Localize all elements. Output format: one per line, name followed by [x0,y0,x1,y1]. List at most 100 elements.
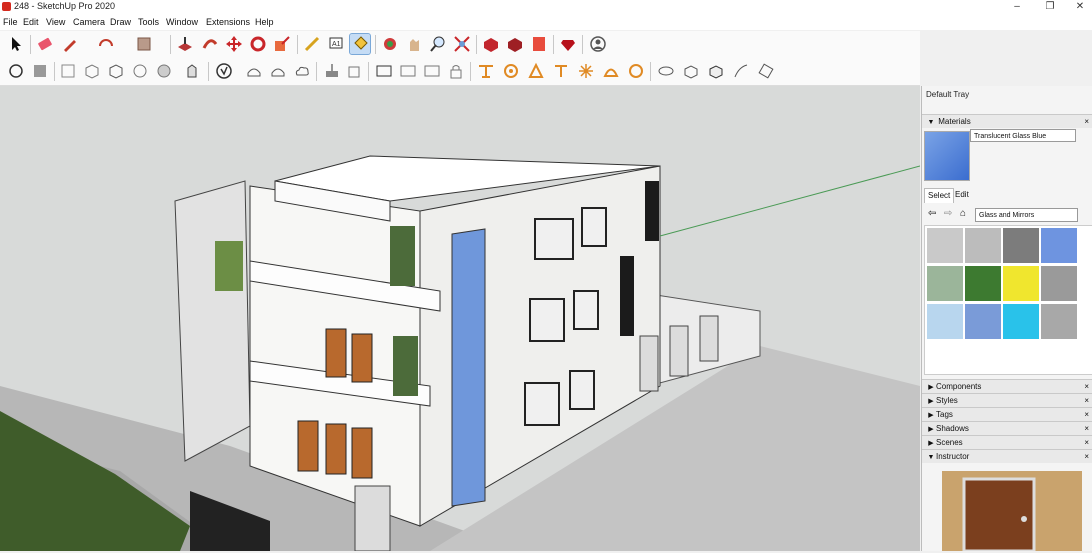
maximize-button[interactable]: ❐ [1035,0,1065,14]
material-swatch[interactable] [1041,266,1077,301]
material-swatch[interactable] [965,228,1001,263]
shadows-section-header[interactable]: ▶ Shadows × [922,421,1092,435]
material-swatch[interactable] [927,304,963,339]
protractor-icon[interactable] [501,61,521,81]
scale-tool-icon[interactable] [272,34,292,54]
intersect-icon[interactable] [601,61,621,81]
subtract-icon[interactable] [656,61,676,81]
union-icon[interactable] [626,61,646,81]
sandbox-icon[interactable] [244,61,264,81]
menu-window[interactable]: Window [166,17,198,27]
axes-tool-icon[interactable] [526,61,546,81]
material-swatch[interactable] [965,266,1001,301]
trim-icon[interactable] [681,61,701,81]
materials-section-header[interactable]: ▼ Materials × [922,114,1092,128]
ruby-icon[interactable] [558,34,578,54]
close-icon[interactable]: × [1084,380,1089,393]
close-icon[interactable]: × [1084,436,1089,449]
make-group-icon[interactable] [30,61,50,81]
close-icon[interactable]: × [1084,115,1089,128]
arc-tool-icon[interactable] [96,34,116,54]
solid-inspector-icon[interactable] [576,61,596,81]
section-plane-icon[interactable] [551,61,571,81]
section-cut-icon[interactable] [344,61,364,81]
push-pull-tool-icon[interactable] [175,34,195,54]
shaded-textures-icon[interactable] [182,61,202,81]
eraser-tool-icon[interactable] [35,34,55,54]
front-view-icon[interactable] [422,61,442,81]
material-name-field[interactable]: Translucent Glass Blue [970,129,1076,142]
instructor-section-header[interactable]: ▼ Instructor × [922,449,1092,463]
top-view-icon[interactable] [398,61,418,81]
3d-warehouse-icon[interactable] [481,34,501,54]
zoom-tool-icon[interactable] [428,34,448,54]
tape-measure-tool-icon[interactable] [302,34,322,54]
scenes-section-header[interactable]: ▶ Scenes × [922,435,1092,449]
iso-view-icon[interactable] [374,61,394,81]
styles-section-header[interactable]: ▶ Styles × [922,393,1092,407]
menu-view[interactable]: View [46,17,65,27]
menu-extensions[interactable]: Extensions [206,17,250,27]
minimize-button[interactable]: – [1002,0,1032,14]
split-icon[interactable] [706,61,726,81]
extension-warehouse-icon[interactable] [505,34,525,54]
forward-arrow-icon[interactable]: ⇨ [944,208,952,219]
material-swatch[interactable] [1003,304,1039,339]
account-icon[interactable] [588,34,608,54]
close-icon[interactable]: × [1084,394,1089,407]
dimension-tool-icon[interactable] [476,61,496,81]
make-component-icon[interactable] [6,61,26,81]
sandbox-scratch-icon[interactable] [268,61,288,81]
cloud-icon[interactable] [292,61,312,81]
material-swatch[interactable] [1041,228,1077,263]
default-tray: Default Tray ▼ Materials × Translucent G… [921,86,1092,553]
library-select[interactable]: Glass and Mirrors [975,208,1078,222]
menu-draw[interactable]: Draw [110,17,131,27]
material-swatch[interactable] [1003,228,1039,263]
wireframe-icon[interactable] [106,61,126,81]
move-tool-icon[interactable] [224,34,244,54]
modeling-viewport[interactable] [0,86,920,551]
back-edges-icon[interactable] [82,61,102,81]
tab-select[interactable]: Select [924,188,955,203]
orbit-tool-icon[interactable] [380,34,400,54]
pencil-tool-icon[interactable] [60,34,80,54]
text-tool-icon[interactable]: A1 [326,34,346,54]
close-icon[interactable]: × [1084,408,1089,421]
rectangle-tool-icon[interactable] [134,34,154,54]
lock-view-icon[interactable] [446,61,466,81]
menu-help[interactable]: Help [255,17,274,27]
home-icon[interactable]: ⌂ [960,208,966,219]
close-button[interactable]: ✕ [1065,0,1092,14]
rotate-tool-icon[interactable] [248,34,268,54]
dark-panel [645,181,659,241]
material-swatch[interactable] [965,304,1001,339]
material-swatch[interactable] [1041,304,1077,339]
menu-camera[interactable]: Camera [73,17,105,27]
solid-tools-icon[interactable] [756,61,776,81]
layout-icon[interactable] [529,34,549,54]
close-icon[interactable]: × [1084,422,1089,435]
menu-file[interactable]: File [3,17,18,27]
shaded-icon[interactable] [154,61,174,81]
outer-shell-icon[interactable] [731,61,751,81]
paint-bucket-tool-icon[interactable] [349,33,371,55]
follow-me-tool-icon[interactable] [200,34,220,54]
zoom-extents-tool-icon[interactable] [452,34,472,54]
tags-section-header[interactable]: ▶ Tags × [922,407,1092,421]
section-display-icon[interactable] [322,61,342,81]
back-arrow-icon[interactable]: ⇦ [928,208,936,219]
menu-tools[interactable]: Tools [138,17,159,27]
material-swatch[interactable] [1003,266,1039,301]
components-section-header[interactable]: ▶ Components × [922,379,1092,393]
material-swatch[interactable] [927,228,963,263]
hidden-line-icon[interactable] [130,61,150,81]
tab-edit[interactable]: Edit [952,188,972,202]
menu-edit[interactable]: Edit [23,17,39,27]
close-icon[interactable]: × [1084,450,1089,463]
pan-tool-icon[interactable] [404,34,424,54]
material-swatch[interactable] [927,266,963,301]
monochrome-icon[interactable] [214,61,234,81]
select-tool-icon[interactable] [6,34,26,54]
x-ray-icon[interactable] [58,61,78,81]
